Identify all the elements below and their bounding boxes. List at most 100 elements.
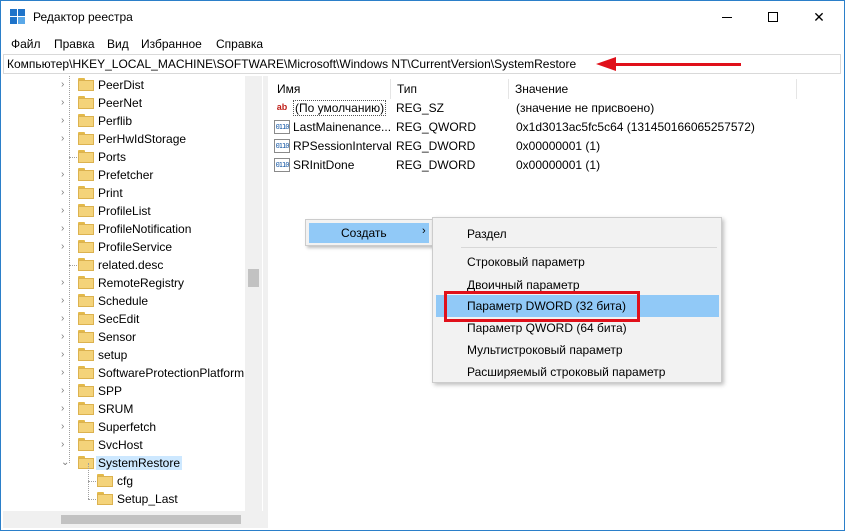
submenu-item-6[interactable]: Расширяемый строковый параметр [436,361,719,383]
chevron-right-icon[interactable]: › [61,439,64,450]
menu-edit[interactable]: Правка [54,37,95,51]
chevron-right-icon[interactable]: › [61,133,64,144]
submenu-item-label: Мультистроковый параметр [467,343,623,357]
tree-item-cfg[interactable]: cfg [3,463,263,490]
annotation-arrow-shaft [613,63,741,66]
tree-item-svchost[interactable]: › SvcHost [3,436,263,454]
submenu-item-0[interactable]: Раздел [436,223,719,245]
value-row[interactable]: ab (По умолчанию) REG_SZ (значение не присв… [271,99,811,117]
tree-item-peerdist[interactable]: › PeerDist [3,76,263,94]
value-row[interactable]: 0110 SRInitDone REG_DWORD 0x00000001 (1) [271,156,811,174]
tree-guide-line [88,481,96,482]
tree-item-perflib[interactable]: › Perflib [3,112,263,130]
folder-icon [78,114,94,127]
tree-item-profileservice[interactable]: › ProfileService [3,238,263,256]
column-header-name[interactable]: Имя [271,79,391,99]
menu-view[interactable]: Вид [107,37,129,51]
submenu-item-label: Строковый параметр [467,255,585,269]
address-path: Компьютер\HKEY_LOCAL_MACHINE\SOFTWARE\Mi… [7,57,577,71]
chevron-right-icon[interactable]: › [61,115,64,126]
chevron-right-icon[interactable]: › [61,97,64,108]
submenu-item-5[interactable]: Мультистроковый параметр [436,339,719,361]
chevron-right-icon[interactable]: › [61,223,64,234]
chevron-right-icon[interactable]: › [61,367,64,378]
tree-item-label: PerHwIdStorage [98,132,187,146]
tree-guide-line [69,157,77,158]
binary-value-icon: 0110 [274,120,290,134]
tree-item-schedule[interactable]: › Schedule [3,292,263,310]
tree-item-remoteregistry[interactable]: › RemoteRegistry [3,274,263,292]
chevron-right-icon[interactable]: › [61,187,64,198]
folder-icon [78,168,94,181]
value-row[interactable]: 0110 RPSessionInterval REG_DWORD 0x00000001… [271,137,811,155]
tree-item-setup-last[interactable]: Setup_Last [3,481,263,508]
submenu-item-label: Двоичный параметр [467,278,580,292]
tree-item-perhwidstorage[interactable]: › PerHwIdStorage [3,130,263,148]
menu-help[interactable]: Справка [216,37,263,51]
tree-item-sensor[interactable]: › Sensor [3,328,263,346]
chevron-right-icon[interactable]: › [61,385,64,396]
window-title: Редактор реестра [33,10,133,24]
tree-hscroll-thumb[interactable] [61,515,241,524]
string-value-icon: ab [274,101,290,115]
tree-item-label: PeerDist [98,78,145,92]
menu-favorites[interactable]: Избранное [141,37,202,51]
folder-icon [78,204,94,217]
binary-value-icon: 0110 [274,158,290,172]
tree-vertical-scrollbar[interactable] [245,76,262,516]
value-name: LastMainenance... [293,120,392,134]
chevron-down-icon[interactable]: ⌄ [61,457,69,468]
minimize-icon [722,16,732,18]
tree-item-peernet[interactable]: › PeerNet [3,94,263,112]
column-header-type[interactable]: Тип [391,79,509,99]
tree-item-ports[interactable]: Ports [3,148,263,166]
tree-item-label: cfg [117,474,134,488]
tree-item-print[interactable]: › Print [3,184,263,202]
tree-item-label: SoftwareProtectionPlatform [98,366,245,380]
chevron-right-icon[interactable]: › [61,421,64,432]
value-row[interactable]: 0110 LastMainenance... REG_QWORD 0x1d3013ac… [271,118,811,136]
tree-item-label: Sensor [98,330,137,344]
tree-item-superfetch[interactable]: › Superfetch [3,418,263,436]
folder-icon [78,438,94,451]
tree-item-profilenotification[interactable]: › ProfileNotification [3,220,263,238]
submenu-arrow-icon: › [422,225,426,237]
context-menu-item-create[interactable]: Создать › [309,223,429,243]
tree-item-label: setup [98,348,128,362]
key-tree[interactable]: › PeerDist › PeerNet › Perflib › PerHwIdStorage… [3,76,263,526]
chevron-right-icon[interactable]: › [61,169,64,180]
chevron-right-icon[interactable]: › [61,241,64,252]
submenu-item-label: Раздел [467,227,507,241]
chevron-right-icon[interactable]: › [61,295,64,306]
menu-file[interactable]: Файл [11,37,41,51]
tree-item-related-desc[interactable]: related.desc [3,256,263,274]
tree-item-systemrestore[interactable]: ⌄ SystemRestore [3,454,263,472]
close-button[interactable]: ✕ [796,1,842,33]
tree-item-profilelist[interactable]: › ProfileList [3,202,263,220]
chevron-right-icon[interactable]: › [61,403,64,414]
tree-scroll-thumb[interactable] [248,269,259,287]
folder-icon [78,330,94,343]
title-bar: Редактор реестра ✕ [1,1,844,33]
tree-item-spp[interactable]: › SPP [3,382,263,400]
maximize-button[interactable] [750,1,796,33]
tree-item-setup[interactable]: › setup [3,346,263,364]
value-data: 0x00000001 (1) [516,158,601,172]
folder-icon [97,492,113,505]
tree-item-softwareprotectionplatform[interactable]: › SoftwareProtectionPlatform [3,364,263,382]
tree-item-label: ProfileList [98,204,151,218]
close-icon: ✕ [813,8,825,25]
minimize-button[interactable] [704,1,750,33]
chevron-right-icon[interactable]: › [61,205,64,216]
chevron-right-icon[interactable]: › [61,277,64,288]
chevron-right-icon[interactable]: › [61,313,64,324]
tree-item-label: Prefetcher [98,168,154,182]
column-header-value[interactable]: Значение [509,79,797,99]
chevron-right-icon[interactable]: › [61,79,64,90]
chevron-right-icon[interactable]: › [61,349,64,360]
chevron-right-icon[interactable]: › [61,331,64,342]
tree-item-srum[interactable]: › SRUM [3,400,263,418]
tree-item-secedit[interactable]: › SecEdit [3,310,263,328]
tree-item-prefetcher[interactable]: › Prefetcher [3,166,263,184]
submenu-item-1[interactable]: Строковый параметр [436,251,719,273]
